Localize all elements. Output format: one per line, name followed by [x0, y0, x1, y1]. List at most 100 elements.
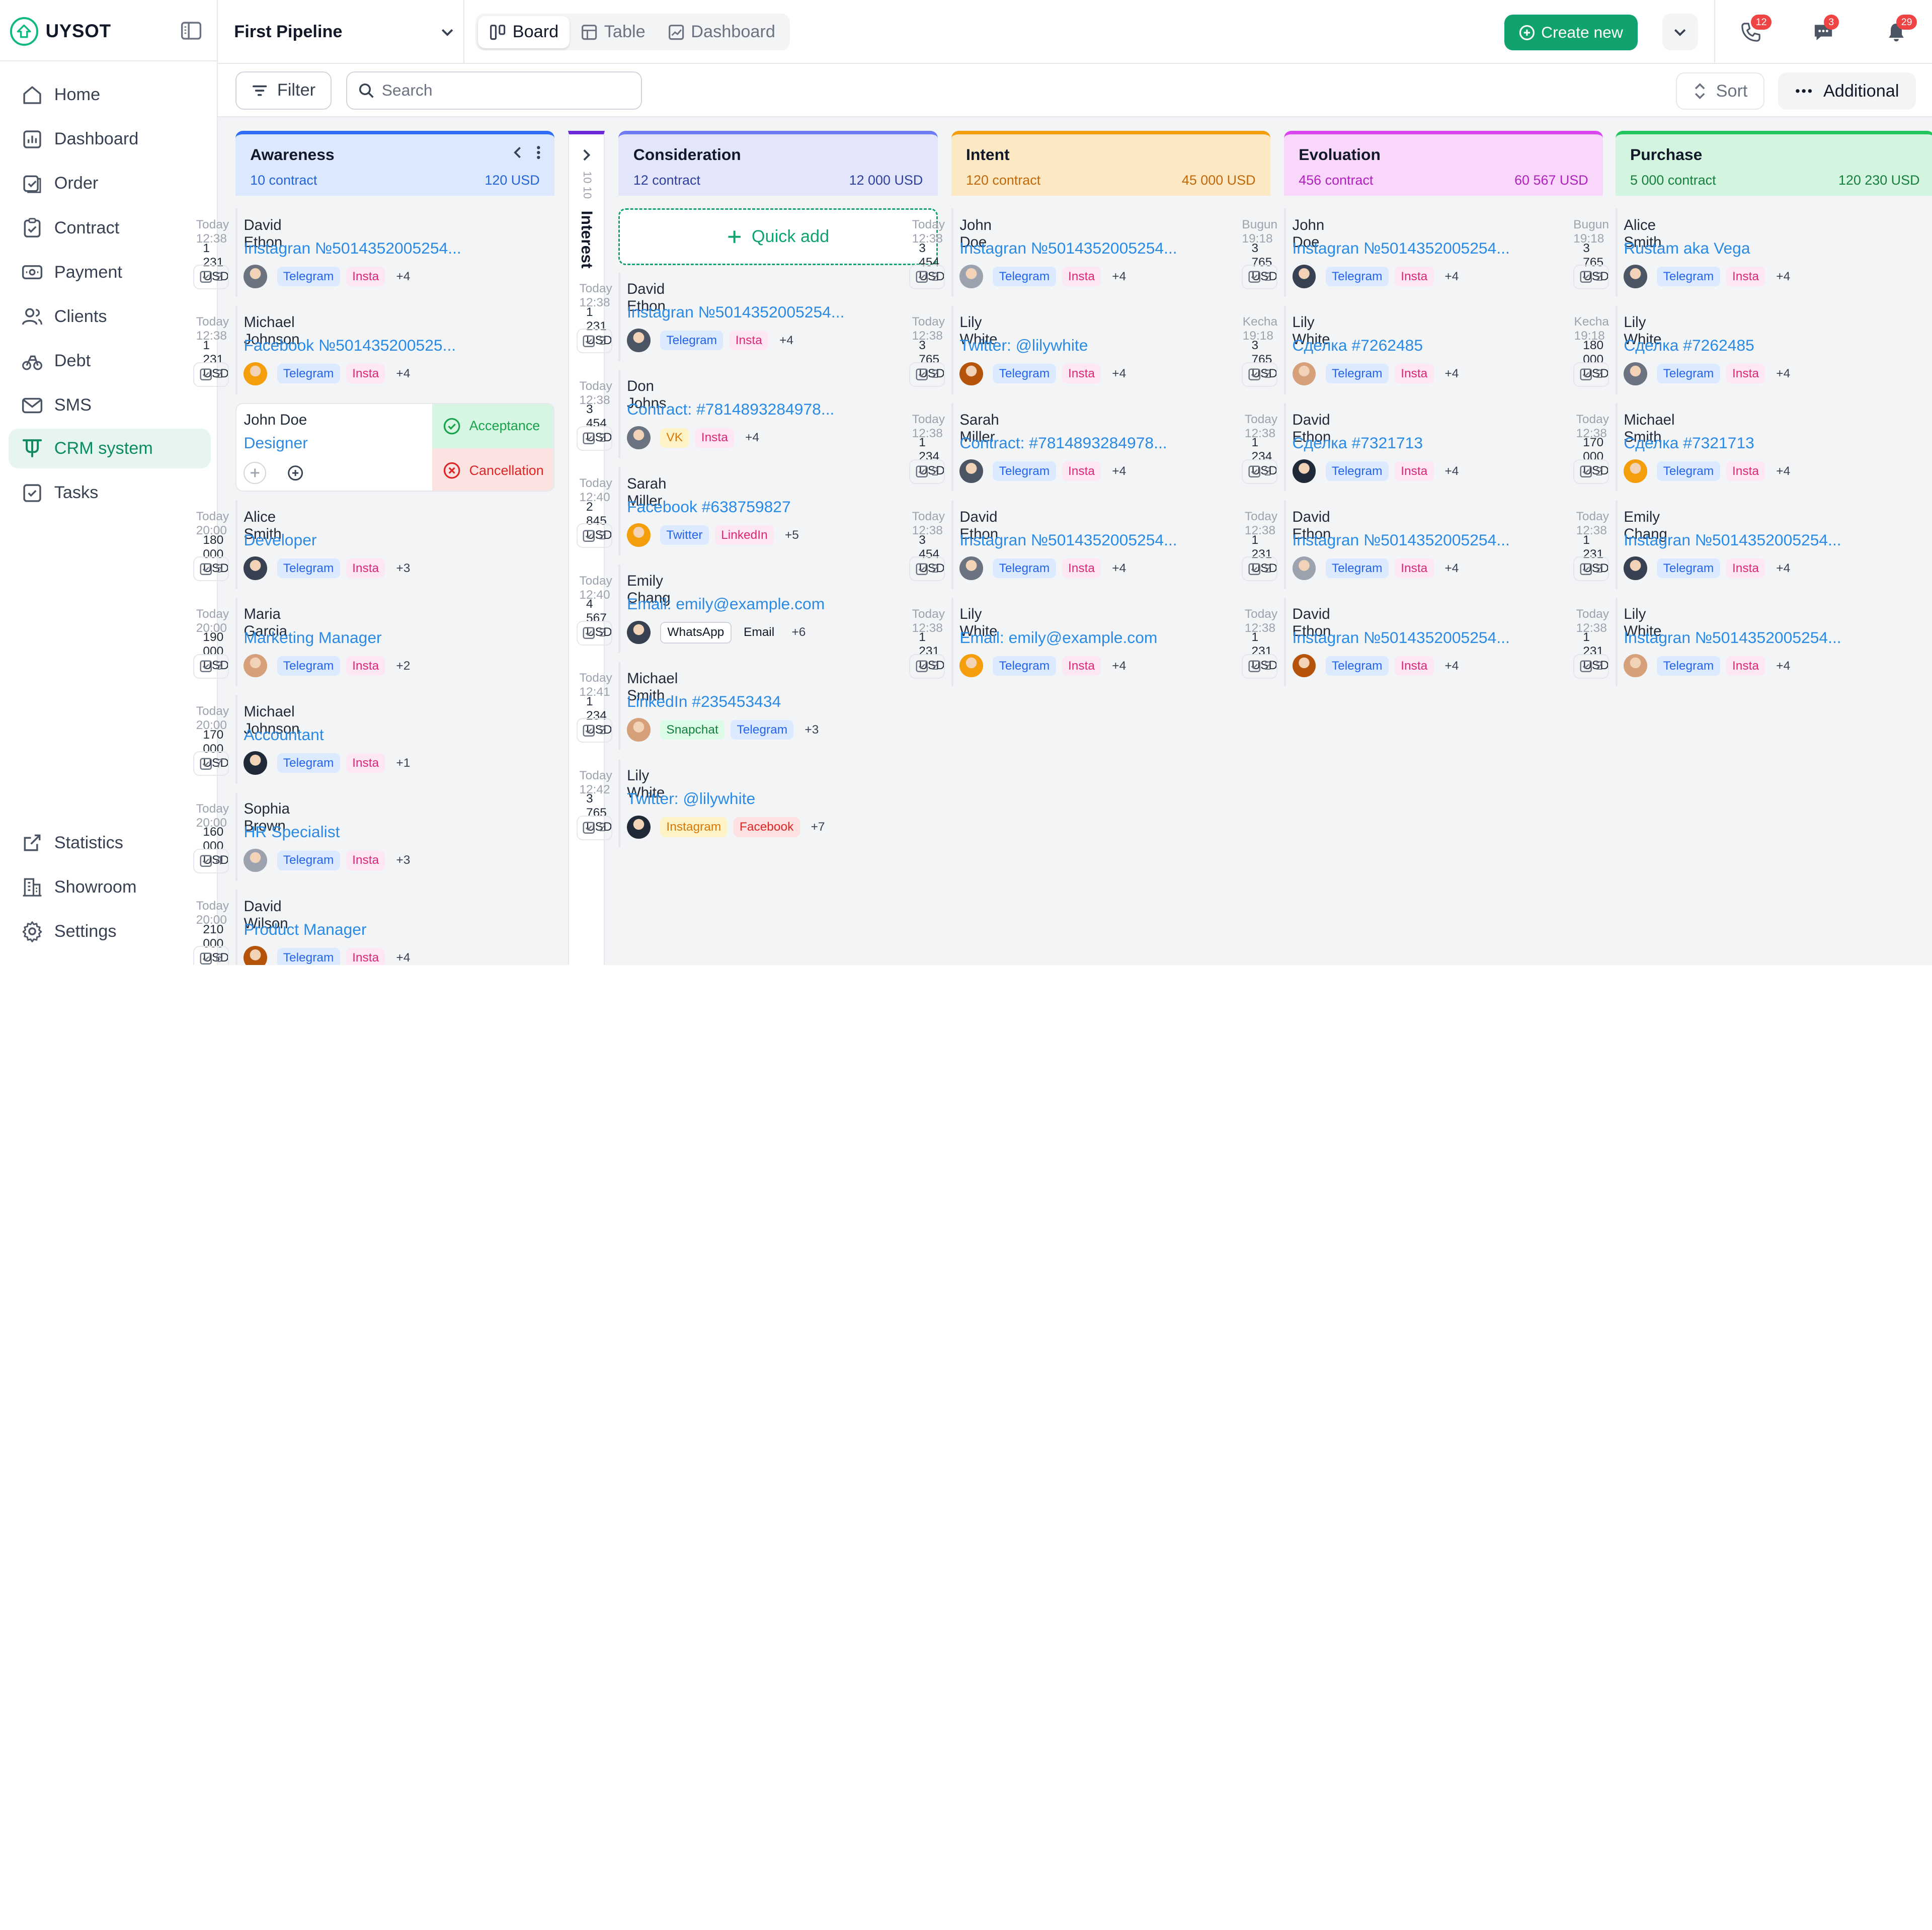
avatar[interactable] — [959, 265, 983, 288]
channel-tag[interactable]: Insta — [346, 948, 385, 965]
channel-tag[interactable]: Telegram — [993, 656, 1056, 676]
task-count-badge[interactable]: 3 — [193, 654, 229, 679]
avatar[interactable] — [959, 459, 983, 483]
card-title-link[interactable]: Instagran №5014352005254... — [244, 239, 461, 258]
avatar[interactable] — [959, 556, 983, 580]
deal-card[interactable]: Maria Garcia Today 20:00 Marketing Manager… — [193, 597, 416, 687]
task-count-badge[interactable]: 2 — [576, 426, 612, 451]
sidebar-item-order[interactable]: Order — [9, 164, 211, 203]
task-count-badge[interactable]: 2 — [1242, 556, 1278, 582]
avatar[interactable] — [1292, 459, 1316, 483]
notifications-button[interactable]: 29 — [1880, 15, 1917, 47]
card-title-link[interactable]: Сделка #7262485 — [1293, 336, 1423, 355]
tab-dashboard[interactable]: Dashboard — [657, 16, 786, 48]
deal-card[interactable]: Alice Smith Bugun 19:18 Rustam aka Vega 3 7… — [1573, 208, 1795, 297]
task-count-badge[interactable]: 7 — [193, 751, 229, 776]
channel-tag[interactable]: Telegram — [1325, 656, 1389, 676]
deal-card[interactable]: Emily Chang Today 12:40 Email: emily@examp… — [576, 564, 825, 653]
chevron-left-icon[interactable] — [510, 144, 525, 161]
more-tags-badge[interactable]: +4 — [1107, 656, 1131, 676]
channel-tag[interactable]: Insta — [1394, 461, 1434, 481]
more-tags-badge[interactable]: +4 — [1771, 656, 1795, 676]
card-title-link[interactable]: Contract: #7814893284978... — [627, 400, 834, 419]
logo[interactable]: UYSOT — [10, 17, 111, 46]
more-tags-badge[interactable]: +6 — [786, 622, 811, 642]
avatar[interactable] — [627, 815, 651, 839]
task-count-badge[interactable]: 2 — [909, 362, 945, 387]
sidebar-item-debt[interactable]: Debt — [9, 341, 211, 380]
more-tags-badge[interactable]: +4 — [1107, 461, 1131, 481]
avatar[interactable] — [627, 718, 651, 742]
channel-tag[interactable]: Insta — [1062, 461, 1101, 481]
channel-tag[interactable]: Insta — [1062, 364, 1101, 384]
channel-tag[interactable]: Insta — [1726, 558, 1765, 579]
avatar[interactable] — [1292, 654, 1316, 678]
card-title-link[interactable]: Email: emily@example.com — [959, 628, 1157, 647]
more-tags-badge[interactable]: +1 — [391, 753, 416, 773]
channel-tag[interactable]: Telegram — [277, 656, 340, 676]
more-tags-badge[interactable]: +4 — [1771, 461, 1795, 481]
channel-tag[interactable]: Insta — [1394, 266, 1434, 286]
task-count-badge[interactable]: 2 — [909, 265, 945, 290]
avatar[interactable] — [244, 556, 267, 580]
avatar[interactable] — [1292, 362, 1316, 386]
channel-tag[interactable]: Facebook — [733, 817, 800, 837]
channel-tag[interactable]: VK — [660, 428, 689, 448]
deal-card[interactable]: Michael Smith Today 12:38 Сделка #7321713 1… — [1573, 403, 1795, 492]
deal-card[interactable]: Alice Smith Today 20:00 Developer 180 000 U… — [193, 500, 416, 589]
more-tags-badge[interactable]: +3 — [391, 850, 416, 870]
channel-tag[interactable]: Insta — [1726, 656, 1765, 676]
avatar[interactable] — [627, 426, 651, 450]
card-title-link[interactable]: Instagran №5014352005254... — [627, 303, 844, 321]
card-title-link[interactable]: Developer — [244, 531, 316, 549]
tab-board[interactable]: Board — [478, 16, 570, 48]
task-count-badge[interactable]: 4 — [193, 848, 229, 873]
channel-tag[interactable]: Telegram — [277, 948, 340, 965]
more-tags-badge[interactable]: +4 — [1771, 266, 1795, 286]
more-tags-badge[interactable]: +4 — [391, 948, 416, 965]
task-count-badge[interactable]: 2 — [193, 265, 229, 290]
channel-tag[interactable]: Insta — [346, 850, 385, 870]
channel-tag[interactable]: Telegram — [1325, 558, 1389, 579]
channel-tag[interactable]: Telegram — [993, 266, 1056, 286]
task-count-badge[interactable]: 5 — [193, 556, 229, 582]
channel-tag[interactable]: Telegram — [1657, 364, 1720, 384]
deal-card[interactable]: David Ethon Today 12:38 Сделка #7321713 1 2… — [1242, 403, 1464, 492]
deal-card[interactable]: Sarah Miller Today 12:38 Contract: #781489… — [909, 403, 1167, 492]
task-count-badge[interactable]: 2 — [576, 523, 612, 548]
deal-card[interactable]: David Ethon Today 12:38 Instagran №5014352… — [1242, 597, 1510, 687]
card-title-link[interactable]: Accountant — [244, 726, 324, 744]
card-title-link[interactable]: Facebook №501435200525... — [244, 336, 456, 355]
deal-card[interactable]: Sarah Miller Today 12:40 Facebook #6387598… — [576, 467, 804, 556]
channel-tag[interactable]: Telegram — [277, 364, 340, 384]
card-title-link[interactable]: Twitter: @lilywhite — [627, 789, 755, 808]
card-title-link[interactable]: Facebook #638759827 — [627, 498, 791, 516]
sidebar-item-crm-system[interactable]: CRM system — [9, 429, 211, 468]
task-count-badge[interactable]: 2 — [576, 329, 612, 354]
channel-tag[interactable]: Insta — [1394, 558, 1434, 579]
chevron-right-icon[interactable] — [579, 146, 594, 164]
channel-tag[interactable]: Instagram — [660, 817, 728, 837]
deal-card[interactable]: David Wilson Today 20:00 Product Manager 21… — [193, 890, 416, 965]
more-tags-badge[interactable]: +4 — [391, 364, 416, 384]
task-count-badge[interactable]: 6 — [193, 946, 229, 965]
more-tags-badge[interactable]: +7 — [806, 817, 830, 837]
task-count-badge[interactable]: 2 — [1573, 265, 1609, 290]
channel-tag[interactable]: Snapchat — [660, 719, 725, 740]
task-count-badge[interactable]: 2 — [1573, 654, 1609, 679]
card-title-link[interactable]: Instagran №5014352005254... — [1293, 628, 1510, 647]
channel-tag[interactable]: Insta — [346, 266, 385, 286]
deal-card[interactable]: David Ethon Today 12:38 Instagran №5014352… — [1242, 500, 1510, 589]
task-count-badge[interactable]: 2 — [1242, 265, 1278, 290]
avatar[interactable] — [627, 620, 651, 645]
calls-button[interactable]: 12 — [1735, 15, 1772, 47]
deal-card[interactable]: David Ethon Today 12:38 Instagran №5014352… — [193, 208, 461, 297]
more-tags-badge[interactable]: +4 — [1439, 461, 1464, 481]
sidebar-item-showroom[interactable]: Showroom — [9, 867, 211, 907]
more-tags-badge[interactable]: +4 — [1439, 558, 1464, 579]
channel-tag[interactable]: Telegram — [1657, 266, 1720, 286]
more-tags-badge[interactable]: +4 — [740, 428, 764, 448]
deal-card[interactable]: Michael Smith Today 12:41 LinkedIn #235453… — [576, 662, 824, 751]
channel-tag[interactable]: Insta — [695, 428, 735, 448]
messages-button[interactable]: 3 — [1808, 15, 1840, 47]
